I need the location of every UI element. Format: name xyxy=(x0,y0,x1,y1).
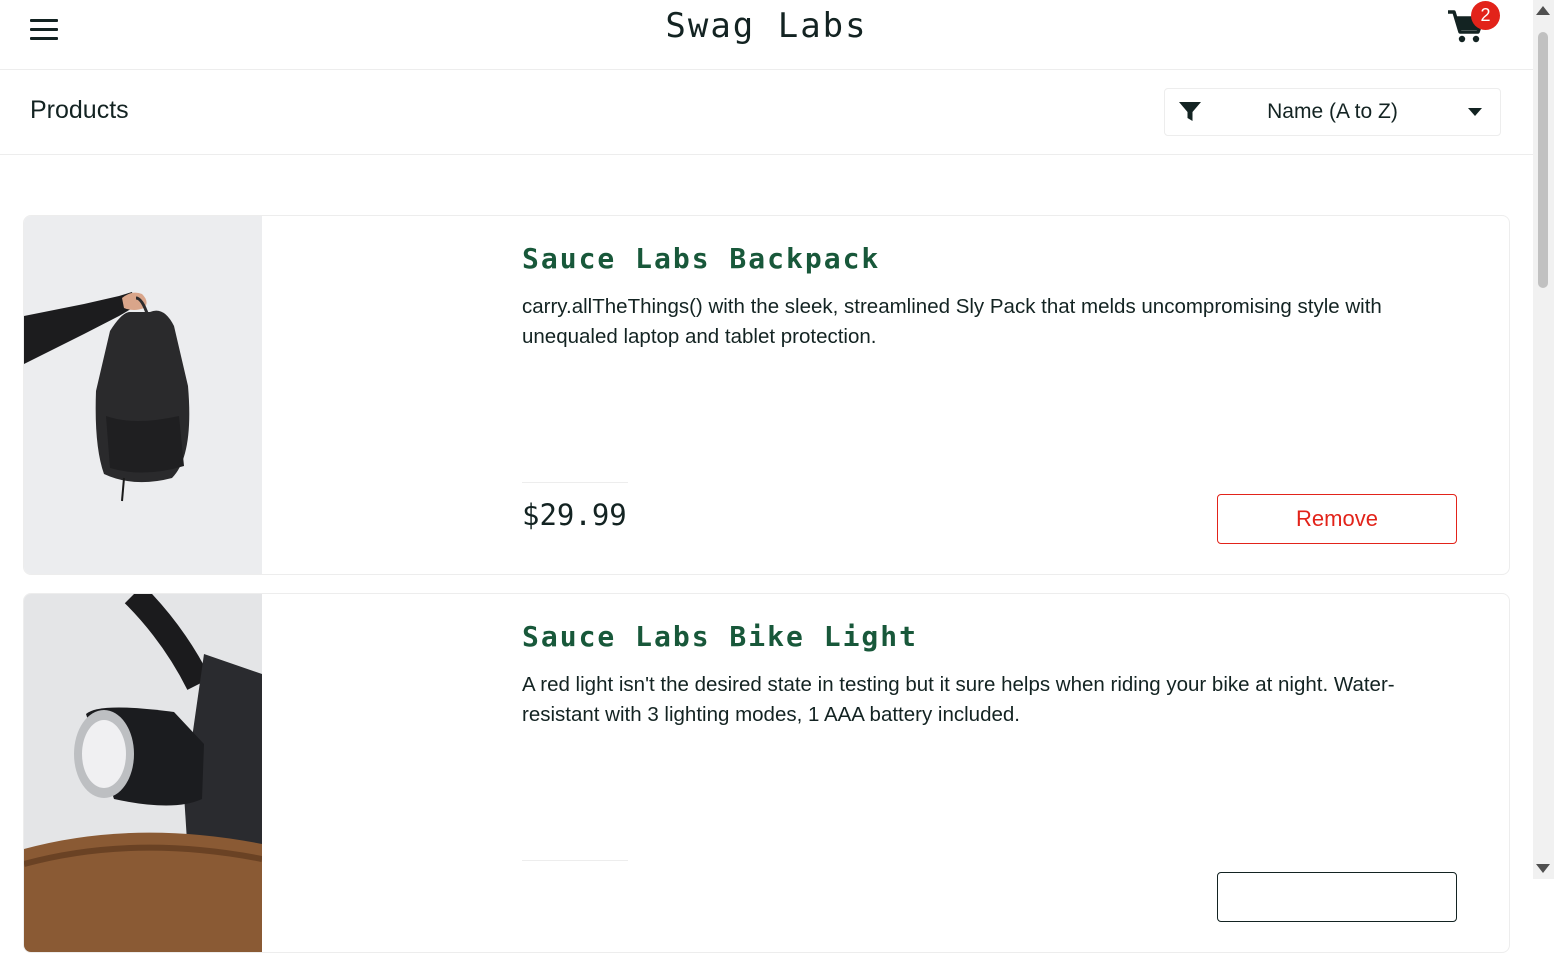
app-header: Swag Labs 2 xyxy=(0,0,1533,70)
scroll-up-arrow-icon[interactable] xyxy=(1536,6,1550,15)
scrollbar-thumb[interactable] xyxy=(1538,32,1548,288)
product-card-bike-light: Sauce Labs Bike Light A red light isn't … xyxy=(23,593,1510,953)
product-description: carry.allTheThings() with the sleek, str… xyxy=(522,295,1382,348)
price-divider xyxy=(522,482,628,483)
add-to-cart-button[interactable] xyxy=(1217,872,1457,922)
app-title: Swag Labs xyxy=(665,6,868,46)
chevron-down-icon xyxy=(1468,108,1482,116)
products-subheader: Products Name (A to Z) xyxy=(0,70,1533,155)
page-title: Products xyxy=(30,96,129,124)
sort-dropdown[interactable]: Name (A to Z) xyxy=(1164,88,1501,136)
product-name[interactable]: Sauce Labs Backpack xyxy=(522,242,880,275)
cart-count-badge: 2 xyxy=(1471,1,1500,30)
price-divider xyxy=(522,860,628,861)
vertical-scrollbar[interactable] xyxy=(1533,0,1554,879)
sort-selected-value: Name (A to Z) xyxy=(1267,100,1398,123)
scroll-down-arrow-icon[interactable] xyxy=(1536,864,1550,873)
product-description: A red light isn't the desired state in t… xyxy=(522,673,1395,726)
product-image-backpack[interactable] xyxy=(24,216,262,574)
product-name[interactable]: Sauce Labs Bike Light xyxy=(522,620,918,653)
product-card-backpack: Sauce Labs Backpack carry.allTheThings()… xyxy=(23,215,1510,575)
product-image-bike-light[interactable] xyxy=(24,594,262,952)
product-price: $29.99 xyxy=(522,498,627,532)
remove-button[interactable]: Remove xyxy=(1217,494,1457,544)
